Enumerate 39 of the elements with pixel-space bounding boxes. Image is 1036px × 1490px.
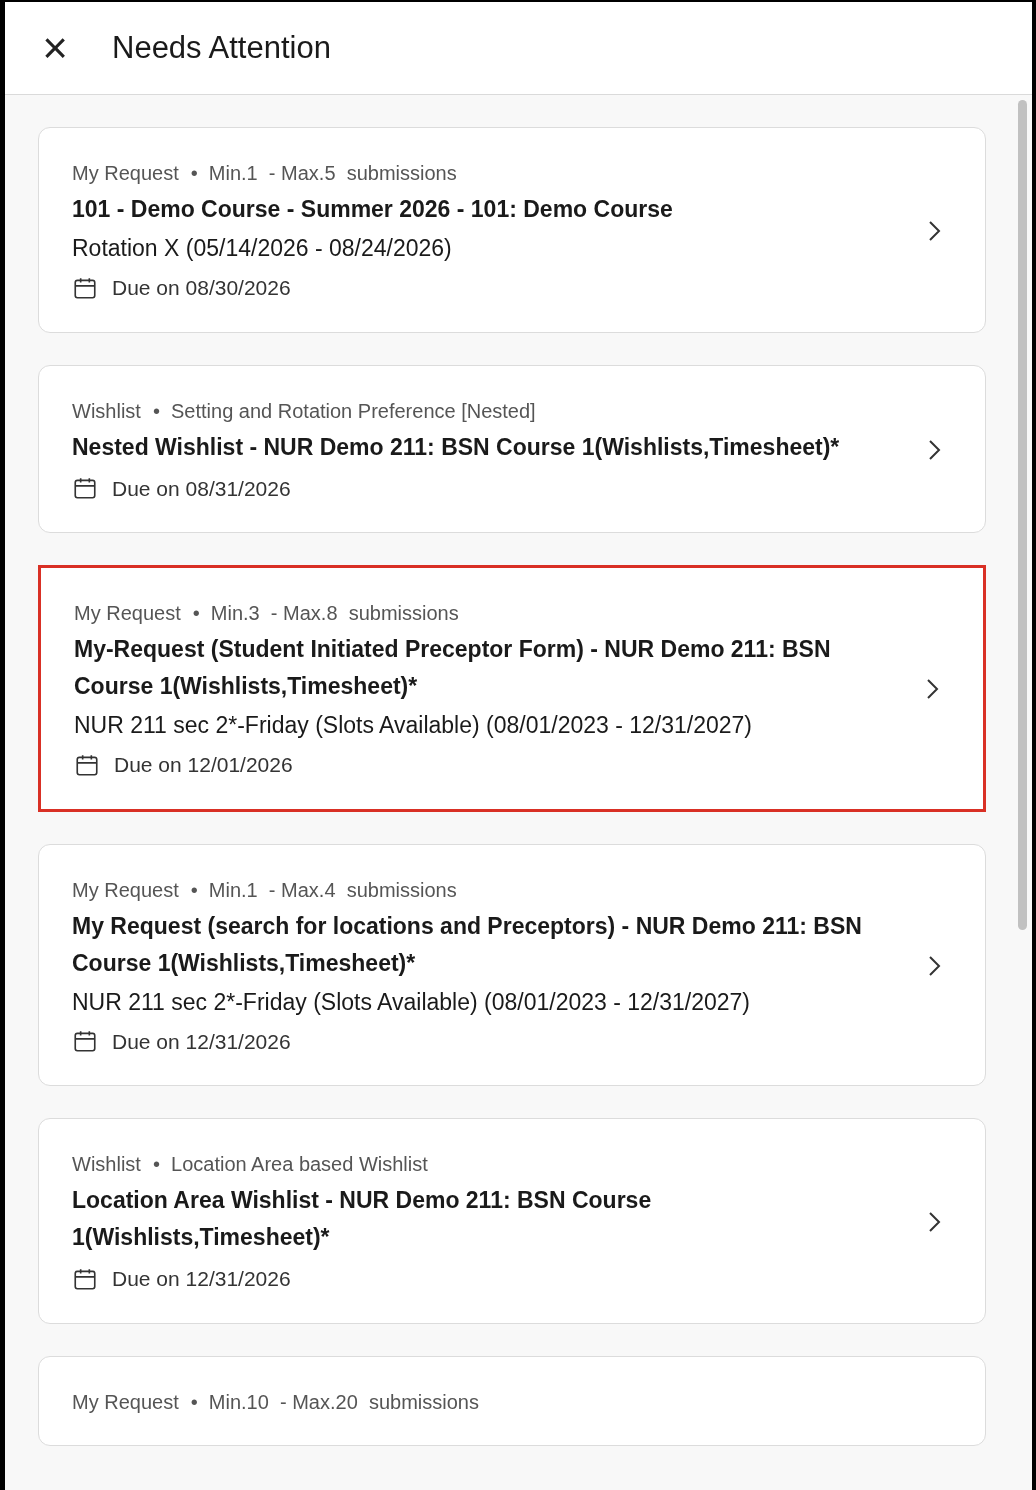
- chevron-right-icon: [927, 438, 941, 461]
- due-date: Due on 08/31/2026: [112, 475, 291, 502]
- close-button[interactable]: ×: [35, 28, 75, 68]
- request-card[interactable]: My Request • Min.1 - Max.5 submissions 101 - Demo Course - Summer 2026 - 101: Demo Course Rotation X (05/14/2026 - 08/24/2026) Due on 08/30/2026: [38, 127, 986, 333]
- request-title: 101 - Demo Course - Summer 2026 - 101: Demo Course: [72, 195, 674, 224]
- chevron-right-icon: [925, 678, 939, 701]
- request-type: My Request: [72, 1389, 179, 1415]
- request-type: My Request: [72, 877, 179, 903]
- page-title: Needs Attention: [112, 28, 331, 67]
- due-date: Due on 12/31/2026: [112, 1028, 291, 1055]
- chevron-right-icon: [927, 219, 941, 242]
- request-type: My Request: [72, 161, 179, 186]
- due-date: Due on 08/30/2026: [112, 275, 291, 301]
- request-meta: • Location Area based Wishlist: [152, 1152, 428, 1177]
- request-meta: • Setting and Rotation Preference [Nested]: [152, 398, 536, 424]
- request-meta: • Min.1 - Max.4 submissions: [190, 877, 457, 903]
- request-type: Wishlist: [72, 1152, 141, 1177]
- rotation-text: NUR 211 sec 2*-Friday (Slots Available) (08/01/2023 - 12/31/2027): [74, 711, 754, 740]
- request-title: My-Request (Student Initiated Preceptor Form) - NUR Demo 211: BSN Course 1(Wishlists,Timesheet)*: [74, 635, 832, 701]
- calendar-icon: [72, 475, 98, 502]
- request-type: My Request: [74, 601, 181, 626]
- request-title: Nested Wishlist - NUR Demo 211: BSN Course 1(Wishlists,Timesheet)*: [72, 432, 841, 462]
- chevron-right-icon: [927, 954, 941, 977]
- request-card[interactable]: My Request • Min.10 - Max.20 submissions: [38, 1355, 986, 1446]
- request-title: Location Area Wishlist - NUR Demo 211: BSN Course 1(Wishlists,Timesheet)*: [72, 1186, 653, 1252]
- request-meta: • Min.10 - Max.20 submissions: [190, 1389, 479, 1415]
- request-card[interactable]: Wishlist • Location Area based Wishlist Location Area Wishlist - NUR Demo 211: BSN Course 1(Wishlists,Timesheet)* Due on 12/31/2026: [38, 1118, 986, 1324]
- chevron-right-icon: [927, 1210, 941, 1233]
- due-date: Due on 12/31/2026: [112, 1266, 291, 1292]
- request-meta: • Min.1 - Max.5 submissions: [190, 161, 457, 186]
- calendar-icon: [72, 1028, 98, 1055]
- request-card[interactable]: [38, 565, 986, 812]
- request-title: My Request (search for locations and Preceptors) - NUR Demo 211: BSN Course 1(Wishlists,Timesheet)*: [72, 911, 863, 978]
- due-date: Due on 12/01/2026: [114, 752, 293, 778]
- request-meta: • Min.3 - Max.8 submissions: [192, 601, 459, 626]
- request-card[interactable]: Wishlist • Setting and Rotation Preference [Nested] Nested Wishlist - NUR Demo 211: BSN Course 1(Wishlists,Timesheet)* Due on 08/31/2026: [38, 364, 986, 533]
- rotation-text: NUR 211 sec 2*-Friday (Slots Available) (08/01/2023 - 12/31/2027): [72, 987, 752, 1017]
- rotation-text: Rotation X (05/14/2026 - 08/24/2026): [72, 234, 453, 263]
- request-type: Wishlist: [72, 398, 141, 424]
